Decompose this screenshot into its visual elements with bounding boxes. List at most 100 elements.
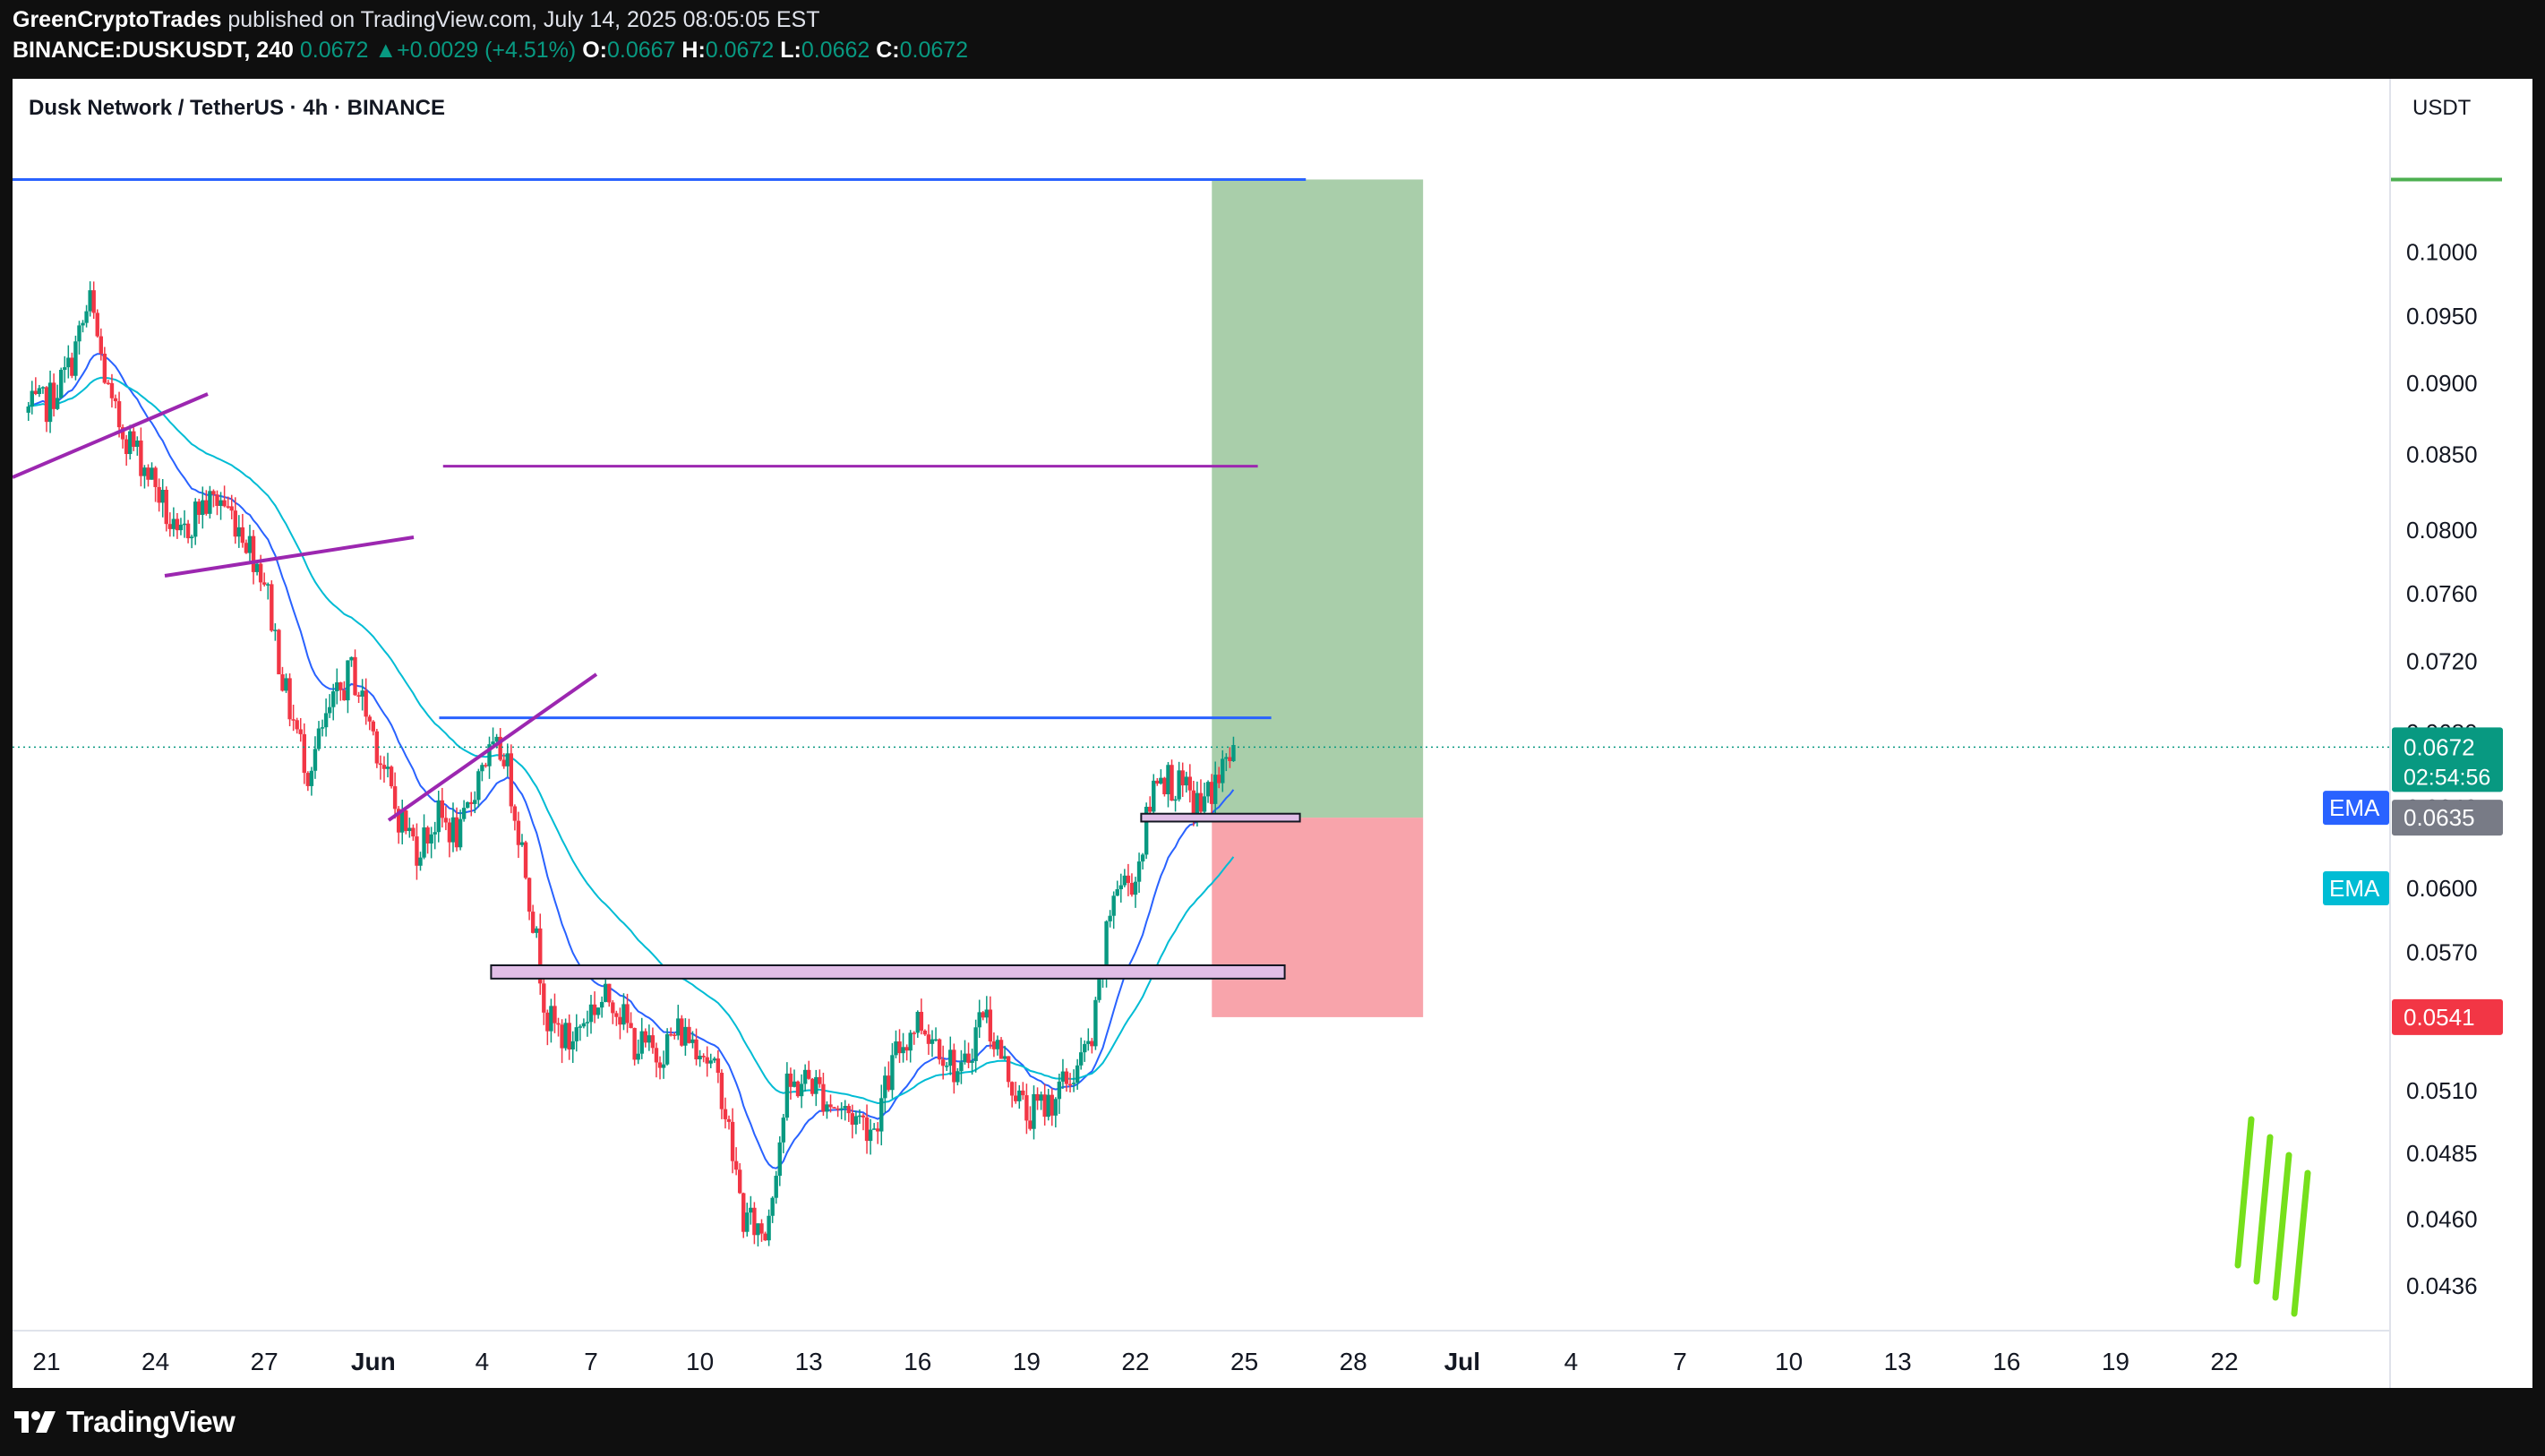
last-price: 0.0672 bbox=[299, 38, 369, 63]
candle-body bbox=[1213, 775, 1218, 804]
y-tick-label: 0.0800 bbox=[2406, 517, 2478, 544]
stop-zone[interactable] bbox=[1212, 818, 1424, 1017]
candle-body bbox=[832, 1107, 836, 1109]
price-label: 0.0672 bbox=[2404, 733, 2475, 760]
candle[interactable] bbox=[73, 335, 78, 381]
countdown-label: 02:54:56 bbox=[2404, 765, 2490, 790]
candle[interactable] bbox=[563, 1018, 568, 1051]
symbol-label[interactable]: BINANCE:DUSKUSDT, 240 bbox=[13, 38, 294, 63]
tradingview-logo[interactable]: TradingView bbox=[13, 1402, 236, 1442]
candle-body bbox=[1006, 1056, 1011, 1083]
candle-body bbox=[1162, 777, 1167, 794]
candle[interactable] bbox=[795, 1080, 801, 1098]
candle-body bbox=[66, 357, 71, 368]
candle-body bbox=[51, 382, 56, 409]
candle-body bbox=[1035, 1093, 1040, 1101]
candle-body bbox=[139, 440, 143, 476]
candle[interactable] bbox=[95, 309, 99, 338]
candle-body bbox=[599, 1001, 604, 1008]
candle-body bbox=[81, 322, 85, 326]
x-tick-label: 13 bbox=[1884, 1348, 1912, 1375]
candle-body bbox=[705, 1057, 709, 1064]
candle-body bbox=[988, 1009, 993, 1042]
candle-body bbox=[843, 1106, 847, 1109]
candle-body bbox=[763, 1233, 767, 1241]
candle-body bbox=[959, 1062, 964, 1072]
candle-body bbox=[955, 1071, 960, 1083]
candle-body bbox=[1177, 770, 1181, 800]
candle-body bbox=[171, 518, 176, 529]
candle-body bbox=[342, 689, 347, 701]
candle-body bbox=[1133, 881, 1138, 895]
candle-body bbox=[752, 1207, 757, 1236]
candle-body bbox=[1122, 875, 1127, 886]
candle-body bbox=[966, 1053, 971, 1063]
candle[interactable] bbox=[59, 367, 64, 398]
x-tick-label: 16 bbox=[904, 1348, 931, 1375]
candle-body bbox=[113, 398, 118, 402]
candle[interactable] bbox=[680, 1015, 684, 1047]
candle[interactable] bbox=[523, 840, 528, 880]
candle-body bbox=[977, 1012, 981, 1028]
candle-body bbox=[215, 494, 219, 506]
candle-body bbox=[788, 1073, 793, 1087]
candle[interactable] bbox=[465, 801, 470, 809]
candle[interactable] bbox=[810, 1077, 815, 1097]
candle-body bbox=[1079, 1052, 1084, 1066]
retest-zone[interactable] bbox=[1140, 812, 1301, 823]
x-tick-label: 7 bbox=[1673, 1348, 1687, 1375]
candle-body bbox=[1115, 889, 1119, 896]
candle[interactable] bbox=[1162, 776, 1167, 797]
candle[interactable] bbox=[741, 1192, 746, 1238]
candle-body bbox=[777, 1142, 782, 1177]
candle-body bbox=[781, 1118, 786, 1143]
support-zone[interactable] bbox=[490, 964, 1286, 980]
target-zone[interactable] bbox=[1212, 179, 1424, 818]
candle[interactable] bbox=[270, 580, 274, 632]
candle-body bbox=[767, 1215, 771, 1241]
candle-body bbox=[1050, 1094, 1054, 1116]
candle[interactable] bbox=[404, 809, 408, 835]
candle[interactable] bbox=[1093, 997, 1098, 1050]
candle-body bbox=[636, 1053, 640, 1060]
open-value: 0.0667 bbox=[606, 38, 676, 63]
chart-title: Dusk Network / TetherUS · 4h · BINANCE bbox=[29, 96, 445, 120]
candle-body bbox=[116, 401, 122, 428]
candle-body bbox=[353, 656, 357, 696]
candle-body bbox=[305, 773, 311, 786]
candle-body bbox=[795, 1081, 801, 1097]
candle-body bbox=[247, 535, 253, 553]
candle-body bbox=[298, 729, 303, 734]
candle-body bbox=[759, 1223, 764, 1234]
candle-body bbox=[821, 1083, 826, 1112]
candle-body bbox=[381, 765, 387, 769]
candle[interactable] bbox=[287, 673, 292, 727]
candle-body bbox=[150, 467, 154, 480]
candle[interactable] bbox=[509, 744, 514, 814]
candle[interactable] bbox=[277, 629, 281, 675]
candle-body bbox=[1191, 790, 1196, 815]
candle[interactable] bbox=[1144, 802, 1149, 860]
candle-body bbox=[320, 727, 325, 729]
candle-body bbox=[1086, 1041, 1091, 1044]
candle-body bbox=[95, 313, 99, 337]
candle-body bbox=[1209, 782, 1214, 804]
candle-body bbox=[1021, 1090, 1025, 1096]
candle-body bbox=[244, 543, 249, 553]
chart-frame[interactable]: 0.1000 0.0950 0.0900 0.0850 0.0800 0.0760 0.07… bbox=[13, 79, 2532, 1388]
y-tick-label: 0.0900 bbox=[2406, 370, 2478, 397]
candle[interactable] bbox=[389, 765, 394, 789]
price-chart[interactable]: 0.1000 0.0950 0.0900 0.0850 0.0800 0.0760 0.07… bbox=[13, 79, 2532, 1388]
candle-body bbox=[937, 1039, 942, 1060]
candle-body bbox=[887, 1075, 891, 1091]
candle[interactable] bbox=[998, 1037, 1004, 1059]
currency-label[interactable]: USDT bbox=[2412, 96, 2472, 120]
candle-body bbox=[1046, 1094, 1050, 1118]
candle[interactable] bbox=[1170, 759, 1174, 801]
candle-body bbox=[839, 1108, 844, 1110]
candle-body bbox=[719, 1073, 724, 1109]
candle[interactable] bbox=[374, 728, 380, 768]
candle-body bbox=[915, 1012, 920, 1033]
author-name[interactable]: GreenCryptoTrades bbox=[13, 7, 221, 32]
candle-body bbox=[1024, 1095, 1029, 1121]
